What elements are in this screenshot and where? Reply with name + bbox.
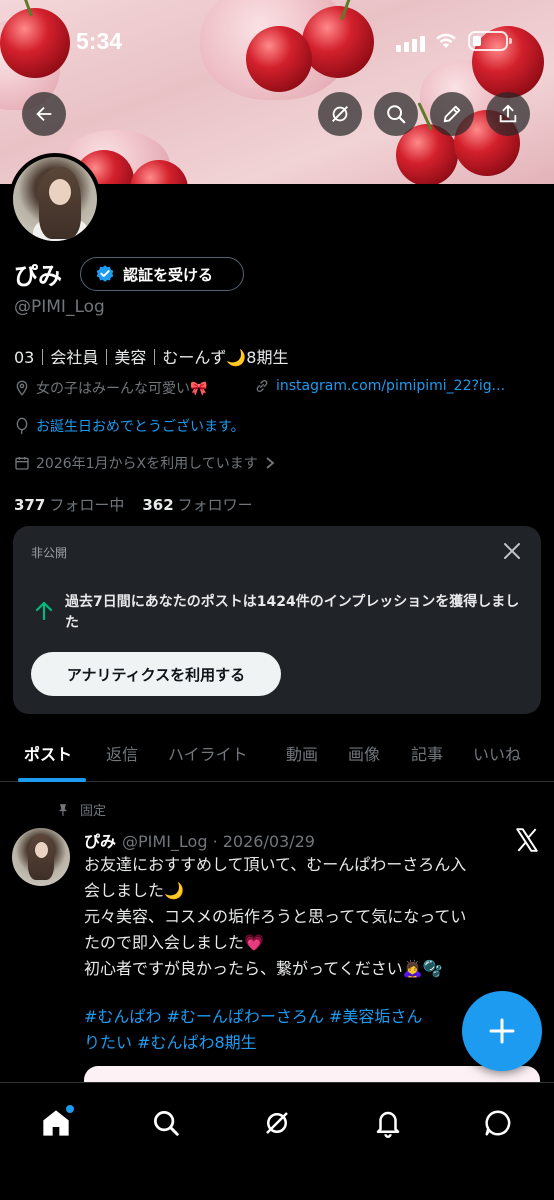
notification-dot (66, 1105, 74, 1113)
back-arrow-icon (36, 106, 52, 122)
post-line: 初心者ですが良かったら、繋がってください🙇‍♀️🫧 (84, 959, 443, 978)
tab-videos[interactable]: 動画 (286, 741, 318, 765)
card-private-label: 非公開 (31, 546, 68, 560)
profile-handle: @PIMI_Log (14, 297, 105, 317)
followers-count: 362 (142, 496, 174, 514)
post-hashtags[interactable]: #むんぱわ #むーんぱわーさろん #美容垢さん りたい #むんぱわ8期生 (84, 1004, 474, 1056)
messages-icon (485, 1110, 511, 1136)
tab-likes[interactable]: いいね (473, 741, 521, 765)
search-icon (387, 105, 406, 124)
profile-link[interactable]: instagram.com/pimipimi_22?ig... (254, 378, 505, 394)
link-text[interactable]: instagram.com/pimipimi_22?ig... (276, 378, 505, 394)
nav-grok[interactable] (257, 1103, 297, 1143)
followers-label: フォロワー (177, 496, 253, 514)
compose-button[interactable] (462, 991, 542, 1071)
link-icon (256, 380, 268, 392)
close-icon[interactable] (503, 542, 521, 560)
bell-icon (376, 1111, 400, 1138)
post-body: お友達におすすめして頂いて、むーんぱわーさろん入 会しました🌙 元々美容、コスメ… (84, 852, 524, 982)
post-line: 元々美容、コスメの垢作ろうと思ってて気になってい (84, 907, 467, 926)
following-count: 377 (14, 496, 46, 514)
x-logo-icon (516, 828, 538, 852)
following-link[interactable]: 377 フォロー中 (14, 494, 124, 515)
use-analytics-button[interactable]: アナリティクスを利用する (31, 652, 281, 696)
tab-articles[interactable]: 記事 (411, 741, 443, 765)
post-header: ぴみ @PIMI_Log · 2026/03/29 (84, 828, 315, 852)
grok-icon (266, 1112, 288, 1134)
back-button[interactable] (22, 92, 66, 136)
post-line: たので即入会しました💗 (84, 933, 264, 952)
hashtag-line[interactable]: りたい #むんぱわ8期生 (84, 1030, 474, 1056)
get-verified-label: 認証を受ける (123, 265, 214, 284)
arrow-up-icon (35, 601, 53, 620)
post-author[interactable]: ぴみ (84, 832, 116, 851)
tab-highlights[interactable]: ハイライト (168, 741, 248, 765)
joined-text: 2026年1月からXを利用しています (36, 456, 258, 472)
following-label: フォロー中 (49, 496, 125, 514)
location-pin-icon (16, 380, 28, 396)
bottom-navigation (0, 1082, 554, 1200)
battery-icon (468, 31, 512, 51)
post-meta: @PIMI_Log · 2026/03/29 (122, 832, 315, 851)
share-icon (499, 104, 517, 123)
search-button[interactable] (374, 92, 418, 136)
edit-profile-button[interactable] (430, 92, 474, 136)
follow-stats: 377 フォロー中 362 フォロワー (14, 494, 253, 515)
pinned-label: 固定 (80, 804, 107, 819)
post-avatar[interactable] (12, 828, 70, 886)
nav-notifications[interactable] (368, 1103, 408, 1143)
chevron-right-icon (266, 457, 275, 469)
status-bar: 5:34 (0, 0, 554, 84)
analytics-card: 非公開 過去7日間にあなたのポストは1424件のインプレッションを獲得しました … (13, 526, 541, 714)
profile-tabs: ポスト 返信 ハイライト 動画 画像 記事 いいね (0, 724, 554, 782)
verified-badge-icon (96, 265, 114, 282)
profile-location: 女の子はみーんな可愛い🎀 (14, 378, 207, 398)
profile-avatar[interactable] (9, 153, 101, 245)
pinned-indicator: 固定 (56, 800, 106, 819)
impressions-message: 過去7日間にあなたのポストは1424件のインプレッションを獲得しました (65, 594, 520, 631)
profile-birthday: お誕生日おめでとうございます。 (14, 416, 245, 436)
grok-icon (332, 106, 348, 122)
share-button[interactable] (486, 92, 530, 136)
grok-button[interactable] (318, 92, 362, 136)
nav-messages[interactable] (478, 1103, 518, 1143)
pin-icon (58, 803, 68, 816)
post-line: お友達におすすめして頂いて、むーんぱわーさろん入 (84, 855, 467, 874)
followers-link[interactable]: 362 フォロワー (142, 494, 252, 515)
status-time: 5:34 (76, 28, 123, 54)
location-text: 女の子はみーんな可愛い🎀 (36, 381, 208, 397)
nav-search[interactable] (146, 1103, 186, 1143)
cellular-signal-icon (396, 36, 425, 52)
active-tab-indicator (18, 778, 86, 782)
edit-pencil-icon (443, 105, 461, 123)
profile-joined[interactable]: 2026年1月からXを利用しています (14, 453, 276, 473)
birthday-text[interactable]: お誕生日おめでとうございます。 (36, 416, 245, 436)
wifi-icon (436, 33, 456, 48)
tab-posts[interactable]: ポスト (24, 741, 72, 765)
tab-replies[interactable]: 返信 (106, 741, 138, 765)
post-line: 会しました🌙 (84, 881, 184, 900)
plus-icon (489, 1018, 515, 1044)
profile-bio: 03｜会社員｜美容｜むーんず🌙8期生 (14, 348, 289, 367)
hashtag-line[interactable]: #むんぱわ #むーんぱわーさろん #美容垢さん (84, 1004, 474, 1030)
calendar-icon (15, 457, 29, 470)
profile-name: ぴみ (14, 262, 62, 290)
tab-images[interactable]: 画像 (348, 741, 380, 765)
nav-home[interactable] (36, 1103, 76, 1143)
get-verified-button[interactable]: 認証を受ける (80, 257, 244, 291)
balloon-icon (16, 417, 28, 435)
search-icon (154, 1111, 179, 1136)
